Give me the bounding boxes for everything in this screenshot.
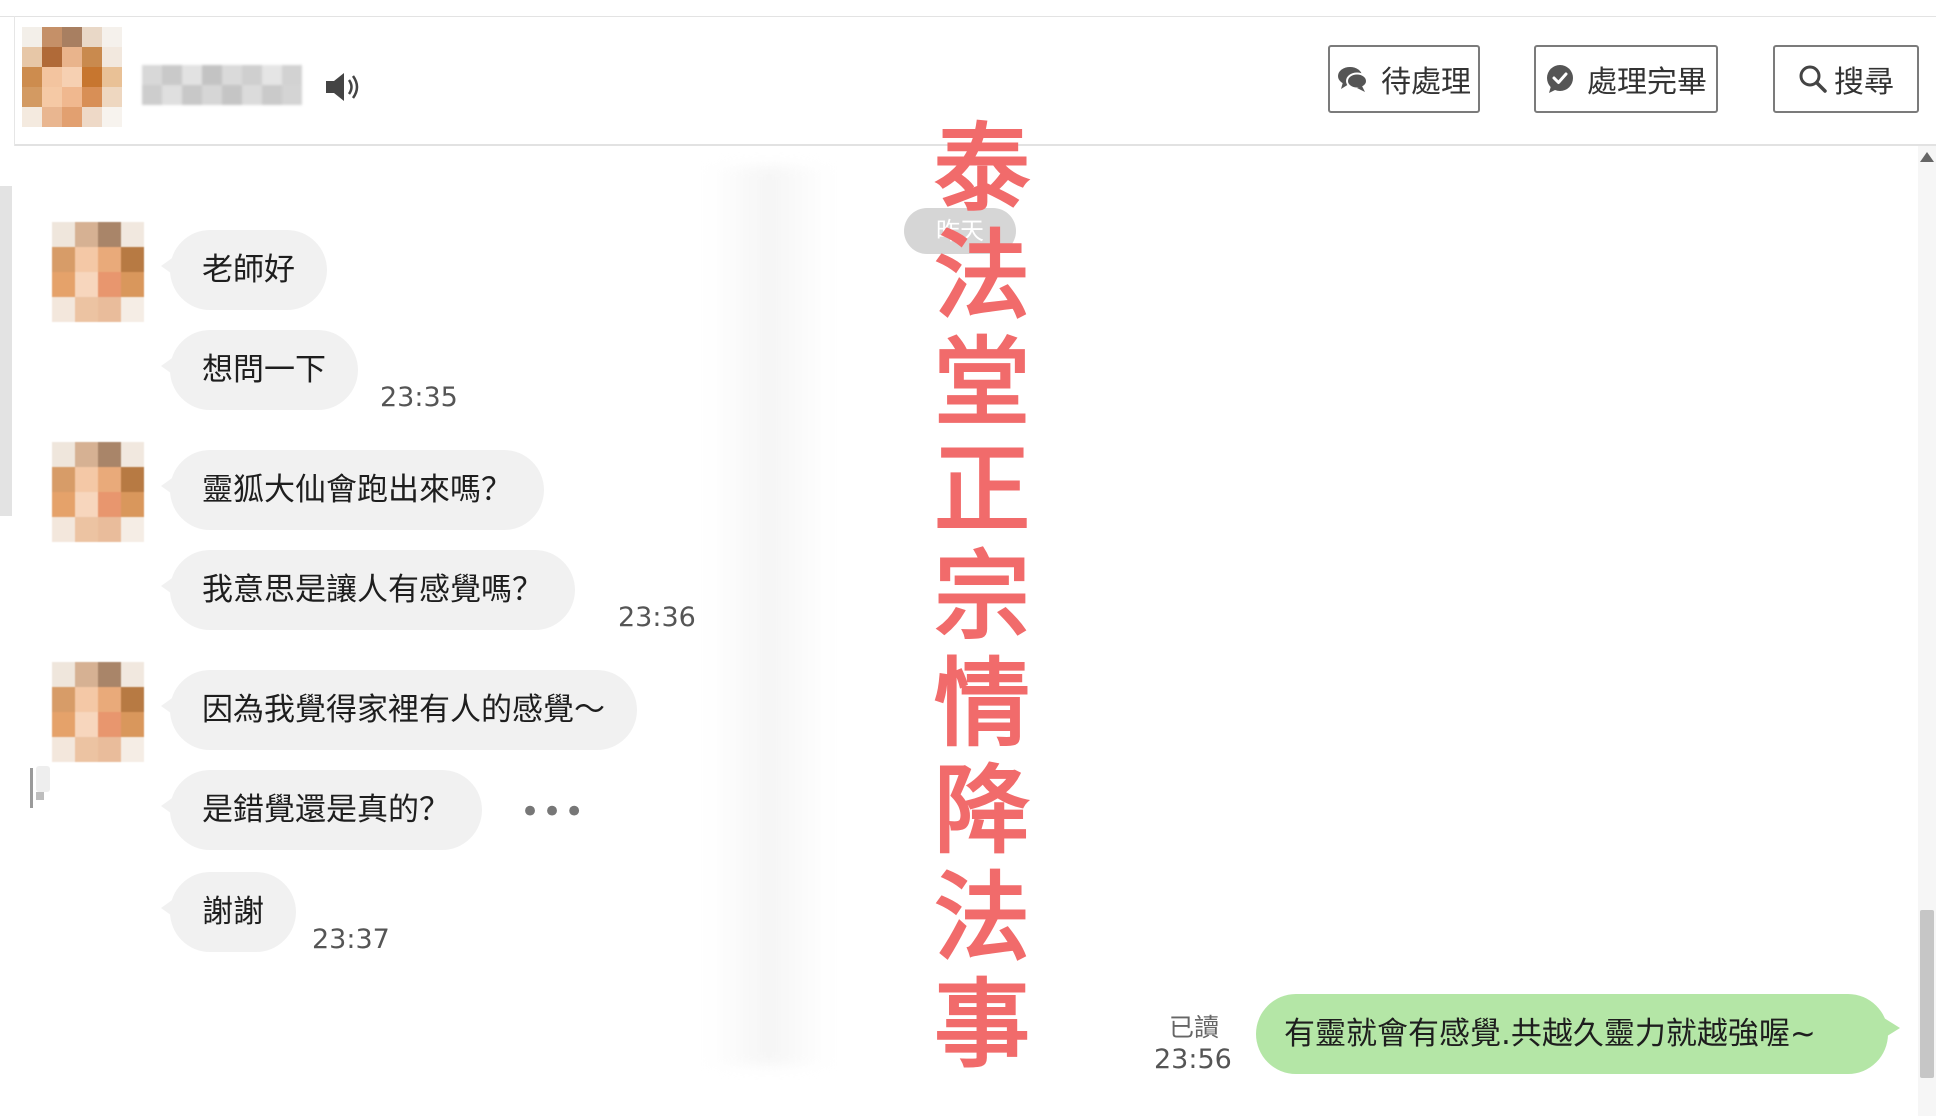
message-bubble[interactable]: 我意思是讓人有感覺嗎？ bbox=[161, 550, 575, 630]
chat-area: 昨天 老師好 想問一下 23:35 靈狐大仙會跑出來嗎？ 我意思是讓人有感覺嗎？… bbox=[14, 116, 1914, 1116]
watermark-char: 降 bbox=[934, 755, 1030, 867]
watermark-char: 泰 bbox=[934, 113, 1030, 225]
watermark-char: 情 bbox=[934, 648, 1030, 760]
message-time: 23:36 bbox=[618, 602, 696, 633]
watermark-char: 法 bbox=[934, 220, 1030, 332]
contact-name-blurred bbox=[142, 65, 302, 105]
right-scrollbar-thumb[interactable] bbox=[1920, 910, 1934, 1078]
watermark-char: 堂 bbox=[934, 327, 1030, 439]
watermark-char: 法 bbox=[934, 862, 1030, 974]
more-options-icon[interactable]: ••• bbox=[520, 792, 586, 832]
resize-handle-icon[interactable] bbox=[28, 766, 52, 812]
check-bubble-icon bbox=[1547, 65, 1573, 93]
message-bubble[interactable]: 是錯覺還是真的？ bbox=[161, 770, 482, 850]
watermark-char: 宗 bbox=[934, 541, 1030, 653]
watermark-char: 事 bbox=[934, 969, 1030, 1081]
message-bubble[interactable]: 謝謝 bbox=[161, 872, 296, 952]
read-receipt: 已讀 bbox=[1169, 1013, 1220, 1042]
watermark-char: 正 bbox=[934, 434, 1030, 546]
sender-avatar[interactable] bbox=[52, 662, 144, 762]
speaker-icon[interactable] bbox=[322, 69, 362, 105]
search-icon bbox=[1799, 65, 1827, 93]
pending-button[interactable]: 待處理 bbox=[1328, 45, 1480, 113]
faded-background bbox=[704, 166, 834, 1066]
done-button[interactable]: 處理完畢 bbox=[1534, 45, 1718, 113]
message-time: 23:37 bbox=[312, 924, 390, 955]
contact-avatar[interactable] bbox=[22, 27, 122, 127]
search-button[interactable]: 搜尋 bbox=[1773, 45, 1919, 113]
sender-avatar[interactable] bbox=[52, 222, 144, 322]
message-bubble[interactable]: 靈狐大仙會跑出來嗎？ bbox=[161, 450, 544, 530]
message-bubble[interactable]: 想問一下 bbox=[161, 330, 358, 410]
outgoing-message-bubble[interactable]: 有靈就會有感覺.共越久靈力就越強喔~ bbox=[1256, 994, 1900, 1074]
message-bubble[interactable]: 老師好 bbox=[161, 230, 327, 310]
search-label: 搜尋 bbox=[1834, 65, 1894, 100]
pending-label: 待處理 bbox=[1381, 65, 1471, 100]
watermark-text: 泰 法 堂 正 宗 情 降 法 事 bbox=[932, 116, 1032, 1079]
done-label: 處理完畢 bbox=[1587, 65, 1707, 100]
scroll-up-arrow-icon[interactable] bbox=[1920, 152, 1934, 162]
message-bubble[interactable]: 因為我覺得家裡有人的感覺～ bbox=[161, 670, 637, 750]
message-time: 23:56 bbox=[1154, 1044, 1232, 1075]
chat-bubbles-icon bbox=[1338, 67, 1368, 92]
sender-avatar[interactable] bbox=[52, 442, 144, 542]
left-scrollbar[interactable] bbox=[0, 186, 12, 516]
message-time: 23:35 bbox=[380, 382, 458, 413]
